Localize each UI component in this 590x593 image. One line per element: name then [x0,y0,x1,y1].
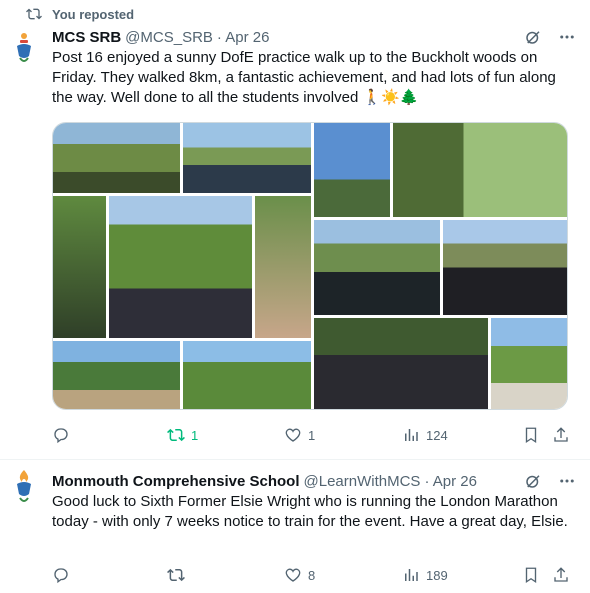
photo[interactable] [53,341,180,409]
photo[interactable] [53,123,180,193]
grok-icon[interactable] [524,472,542,490]
timestamp[interactable]: · Apr 26 [217,29,270,46]
repost-button[interactable] [167,565,191,585]
like-count: 1 [308,427,316,443]
photo[interactable] [443,220,567,315]
tweet-header: Monmouth Comprehensive School @LearnWith… [52,471,576,491]
handle[interactable]: @MCS_SRB [125,29,213,46]
tweet-text: Good luck to Sixth Former Elsie Wright w… [52,493,568,530]
share-icon [554,567,568,582]
photo[interactable] [53,196,106,338]
reply-icon [54,568,68,584]
tweet-mcs-srb[interactable]: You reposted MCS SRB @MCS_SRB · Apr 26 P… [0,0,590,460]
photo[interactable] [393,123,567,217]
bookmark-button[interactable] [522,425,540,445]
photo[interactable] [314,220,440,315]
share-button[interactable] [552,425,570,445]
more-icon[interactable] [558,28,576,46]
photo[interactable] [491,318,567,409]
display-name[interactable]: Monmouth Comprehensive School [52,473,300,490]
photo-collage[interactable] [52,122,568,410]
views-icon [405,429,418,441]
views-button[interactable]: 189 [402,565,448,585]
more-icon[interactable] [558,472,576,490]
display-name[interactable]: MCS SRB [52,29,121,46]
heart-icon [285,428,301,442]
views-icon [405,569,418,581]
photo[interactable] [109,196,252,338]
repost-button[interactable]: 1 [167,425,198,445]
timestamp[interactable]: · Apr 26 [424,473,477,490]
repost-icon [26,8,42,20]
repost-count: 1 [191,427,199,443]
photo[interactable] [183,341,311,409]
views-count: 189 [426,567,448,583]
repost-icon [167,428,185,442]
photo[interactable] [314,318,488,409]
tweet-actions: 8 189 [52,565,570,585]
tweet-actions: 1 1 124 [52,425,570,445]
reply-icon [54,428,68,444]
avatar[interactable] [8,30,40,70]
photo[interactable] [183,123,311,193]
bookmark-icon [525,567,537,584]
reply-button[interactable] [52,425,76,445]
heart-icon [285,568,301,582]
repost-icon [167,568,185,582]
reply-button[interactable] [52,565,76,585]
views-count: 124 [426,427,448,443]
like-button[interactable]: 8 [284,565,315,585]
tweet-header: MCS SRB @MCS_SRB · Apr 26 [52,27,576,47]
photo[interactable] [314,123,390,217]
handle[interactable]: @LearnWithMCS [304,473,421,490]
bookmark-button[interactable] [522,565,540,585]
bookmark-icon [525,427,537,444]
share-icon [554,427,568,442]
like-button[interactable]: 1 [284,425,315,445]
repost-label: You reposted [52,6,135,22]
tweet-monmouth-comprehensive[interactable]: Monmouth Comprehensive School @LearnWith… [0,460,590,593]
repost-indicator: You reposted [26,5,134,23]
grok-icon[interactable] [524,28,542,46]
like-count: 8 [308,567,316,583]
avatar[interactable] [8,468,40,508]
share-button[interactable] [552,565,570,585]
photo[interactable] [255,196,311,338]
tweet-text: Post 16 enjoyed a sunny DofE practice wa… [52,49,556,106]
views-button[interactable]: 124 [402,425,448,445]
